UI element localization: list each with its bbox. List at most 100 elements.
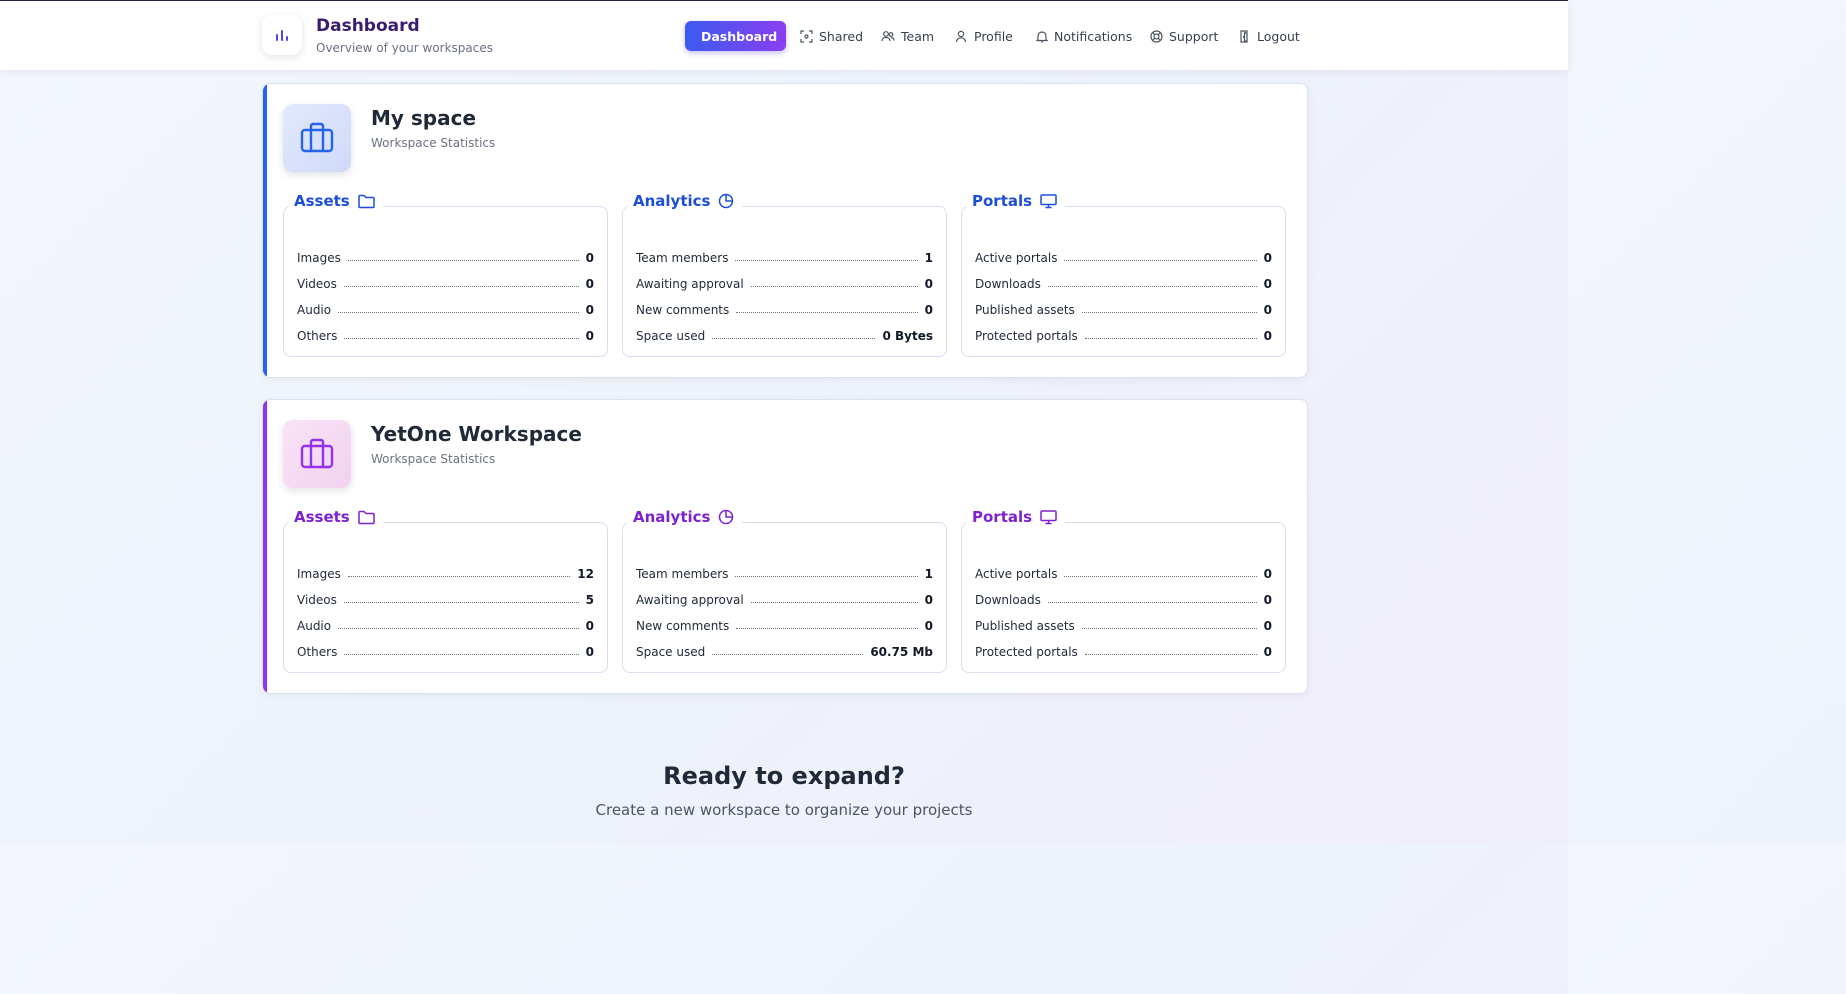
stat-value: 0 (585, 303, 594, 317)
section-title: Portals (966, 192, 1066, 210)
stat-label: Audio (297, 303, 332, 317)
stat-label: Space used (636, 645, 706, 659)
workspace-card[interactable]: My space Workspace Statistics Assets Ima… (262, 83, 1308, 378)
stat-value: 0 (1263, 329, 1272, 343)
leader-dots (344, 338, 579, 339)
leader-dots (1064, 260, 1257, 261)
nav-label: Support (1169, 28, 1219, 44)
stat-row: Active portals 0 (975, 563, 1272, 581)
nav-logout[interactable]: Logout (1239, 21, 1300, 51)
stat-row: Videos 5 (297, 589, 594, 607)
section-title-text: Assets (294, 508, 350, 526)
stat-row: Active portals 0 (975, 247, 1272, 265)
stat-label: Audio (297, 619, 332, 633)
nav-support[interactable]: Support (1150, 21, 1218, 51)
bell-icon (1036, 30, 1048, 42)
workspace-card[interactable]: YetOne Workspace Workspace Statistics As… (262, 399, 1308, 694)
stat-label: Images (297, 567, 341, 581)
section-title-text: Portals (972, 192, 1033, 210)
leader-dots (750, 286, 918, 287)
nav-label: Dashboard (701, 28, 778, 44)
logo[interactable] (262, 15, 302, 55)
leader-dots (344, 654, 579, 655)
stat-row: Protected portals 0 (975, 641, 1272, 659)
cta-heading: Ready to expand? (663, 762, 905, 790)
logout-icon (1240, 29, 1248, 43)
stat-row: Awaiting approval 0 (636, 589, 933, 607)
stat-value: 0 (585, 619, 594, 633)
section-title: Portals (966, 508, 1066, 526)
stat-value: 60.75 Mb (870, 645, 933, 659)
workspace-name: YetOne Workspace (371, 422, 582, 446)
stat-value: 0 (585, 645, 594, 659)
leader-dots (736, 312, 918, 313)
stat-label: New comments (636, 303, 730, 317)
stat-value: 0 (1263, 645, 1272, 659)
leader-dots (1081, 628, 1257, 629)
leader-dots (735, 260, 918, 261)
bar-chart-icon (276, 30, 288, 41)
stat-label: Videos (297, 593, 337, 607)
leader-dots (338, 312, 579, 313)
pie-chart-icon (719, 193, 734, 209)
leader-dots (712, 654, 864, 655)
stat-value: 0 (1263, 619, 1272, 633)
leader-dots (1047, 286, 1257, 287)
stat-row: Space used 60.75 Mb (636, 641, 933, 659)
stat-row: Downloads 0 (975, 273, 1272, 291)
cta-subtitle: Create a new workspace to organize your … (595, 801, 973, 819)
stat-value: 0 (1263, 303, 1272, 317)
briefcase-icon (300, 438, 334, 469)
page-title: Dashboard (316, 16, 420, 36)
analytics-section: Analytics Team members 1 Awaiting approva… (622, 508, 947, 673)
stat-label: Team members (636, 567, 729, 581)
section-title-text: Analytics (633, 508, 711, 526)
stat-value: 5 (585, 593, 594, 607)
stat-label: Downloads (975, 593, 1041, 607)
stat-value: 1 (924, 567, 933, 581)
briefcase-icon (300, 122, 334, 153)
section-title-text: Assets (294, 192, 350, 210)
nav-label: Team (901, 28, 935, 44)
monitor-icon (1040, 193, 1057, 208)
stat-value: 0 (585, 251, 594, 265)
stat-value: 0 (924, 277, 933, 291)
leader-dots (343, 602, 579, 603)
stat-row: Team members 1 (636, 563, 933, 581)
stat-value: 1 (924, 251, 933, 265)
nav-profile[interactable]: Profile (955, 21, 1013, 51)
stat-label: Team members (636, 251, 729, 265)
users-icon (881, 30, 895, 41)
nav-label: Logout (1257, 28, 1300, 44)
stat-value: 0 (1263, 593, 1272, 607)
accent-stripe (263, 84, 267, 377)
stat-value: 0 (585, 329, 594, 343)
stat-row: Images 12 (297, 563, 594, 581)
assets-section: Assets Images 12 Videos 5 Audio 0 Others 0 (283, 508, 608, 673)
nav-dashboard[interactable]: Dashboard (685, 21, 786, 51)
stat-row: Audio 0 (297, 299, 594, 317)
nav-team[interactable]: Team (881, 21, 934, 51)
stat-value: 0 (1263, 251, 1272, 265)
workspace-avatar (283, 104, 351, 172)
stat-value: 0 (585, 277, 594, 291)
stat-value: 0 (1263, 277, 1272, 291)
nav-notifications[interactable]: Notifications (1036, 21, 1132, 51)
workspace-subtitle: Workspace Statistics (371, 136, 496, 150)
nav-label: Profile (974, 28, 1013, 44)
stat-label: Space used (636, 329, 706, 343)
stat-row: Space used 0 Bytes (636, 325, 933, 343)
portals-section: Portals Active portals 0 Downloads 0 Publi… (961, 508, 1286, 673)
stat-value: 0 (924, 593, 933, 607)
nav-shared[interactable]: Shared (800, 21, 863, 51)
folder-icon (358, 194, 375, 208)
stat-label: Downloads (975, 277, 1041, 291)
monitor-icon (1040, 509, 1057, 524)
stat-row: Awaiting approval 0 (636, 273, 933, 291)
stat-value: 12 (577, 567, 594, 581)
nav-label: Shared (819, 28, 864, 44)
leader-dots (735, 576, 918, 577)
leader-dots (736, 628, 918, 629)
stat-label: Protected portals (975, 329, 1078, 343)
stat-row: Team members 1 (636, 247, 933, 265)
